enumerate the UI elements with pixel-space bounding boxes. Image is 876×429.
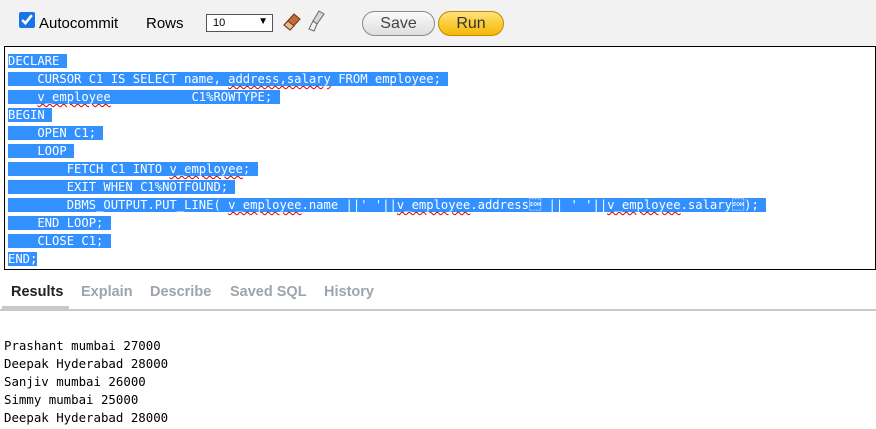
sql-code: DECLARE CURSOR C1 IS SELECT name, addres… [8,52,767,268]
selected-text: CLOSE C1; [8,234,111,248]
tab-explain[interactable]: Explain [81,284,133,300]
selected-text: LOOP [8,144,75,158]
brush-icon[interactable] [307,9,329,33]
output-line: Deepak Hyderabad 28000 [4,356,169,371]
rows-label: Rows [146,15,184,32]
run-button[interactable]: Run [438,11,504,36]
output-line: Simmy mumbai 25000 [4,392,139,407]
selected-text: END LOOP; [8,216,111,230]
selected-text: FETCH C1 INTO v_employee; [8,162,258,176]
selected-text: DECLARE [8,54,67,68]
tab-history[interactable]: History [324,284,374,300]
output-line: Deepak Hyderabad 28000 [4,410,169,425]
sql-editor[interactable]: DECLARE CURSOR C1 IS SELECT name, addres… [4,46,876,270]
results-output: Prashant mumbai 27000 Deepak Hyderabad 2… [4,337,168,427]
results-tab-bar: Results Explain Describe Saved SQL Histo… [0,279,876,311]
autocommit-label: Autocommit [39,15,119,32]
selected-text: BEGIN [8,108,53,122]
rows-select-value: 10 [213,17,226,29]
tab-results[interactable]: Results [11,284,63,300]
autocommit-checkbox[interactable] [19,12,35,28]
tab-saved-sql[interactable]: Saved SQL [230,284,307,300]
selected-text: v_employee C1%ROWTYPE; [8,90,280,104]
selected-text: END; [8,252,38,266]
rows-select[interactable]: 10 ▼ [206,14,273,32]
code-line: EXIT WHEN C1%NOTFOUND; [8,178,766,196]
selected-text: OPEN C1; [8,126,104,140]
code-line: BEGIN [8,106,766,124]
code-line: DECLARE [8,52,766,70]
code-line: DBMS_OUTPUT.PUT_LINE( v_employee.name ||… [8,196,767,214]
eraser-icon[interactable] [281,10,303,32]
code-line: CLOSE C1; [8,232,766,250]
selected-text: CURSOR C1 IS SELECT name, address,salary… [8,72,449,86]
code-line: OPEN C1; [8,124,766,142]
code-line: END LOOP; [8,214,766,232]
code-line: v_employee C1%ROWTYPE; [8,88,766,106]
code-line: FETCH C1 INTO v_employee; [8,160,766,178]
code-line: LOOP [8,142,766,160]
output-line: Sanjiv mumbai 26000 [4,374,146,389]
code-line: CURSOR C1 IS SELECT name, address,salary… [8,70,766,88]
toolbar: Autocommit Rows 10 ▼ Save Run [0,0,876,46]
selected-text: DBMS_OUTPUT.PUT_LINE( v_employee.name ||… [8,198,767,212]
tab-describe[interactable]: Describe [150,284,211,300]
save-button[interactable]: Save [362,11,435,36]
code-line: END; [8,250,766,268]
selected-text: EXIT WHEN C1%NOTFOUND; [8,180,236,194]
active-tab-indicator [2,306,69,310]
output-line: Prashant mumbai 27000 [4,338,161,353]
chevron-down-icon: ▼ [258,16,268,27]
